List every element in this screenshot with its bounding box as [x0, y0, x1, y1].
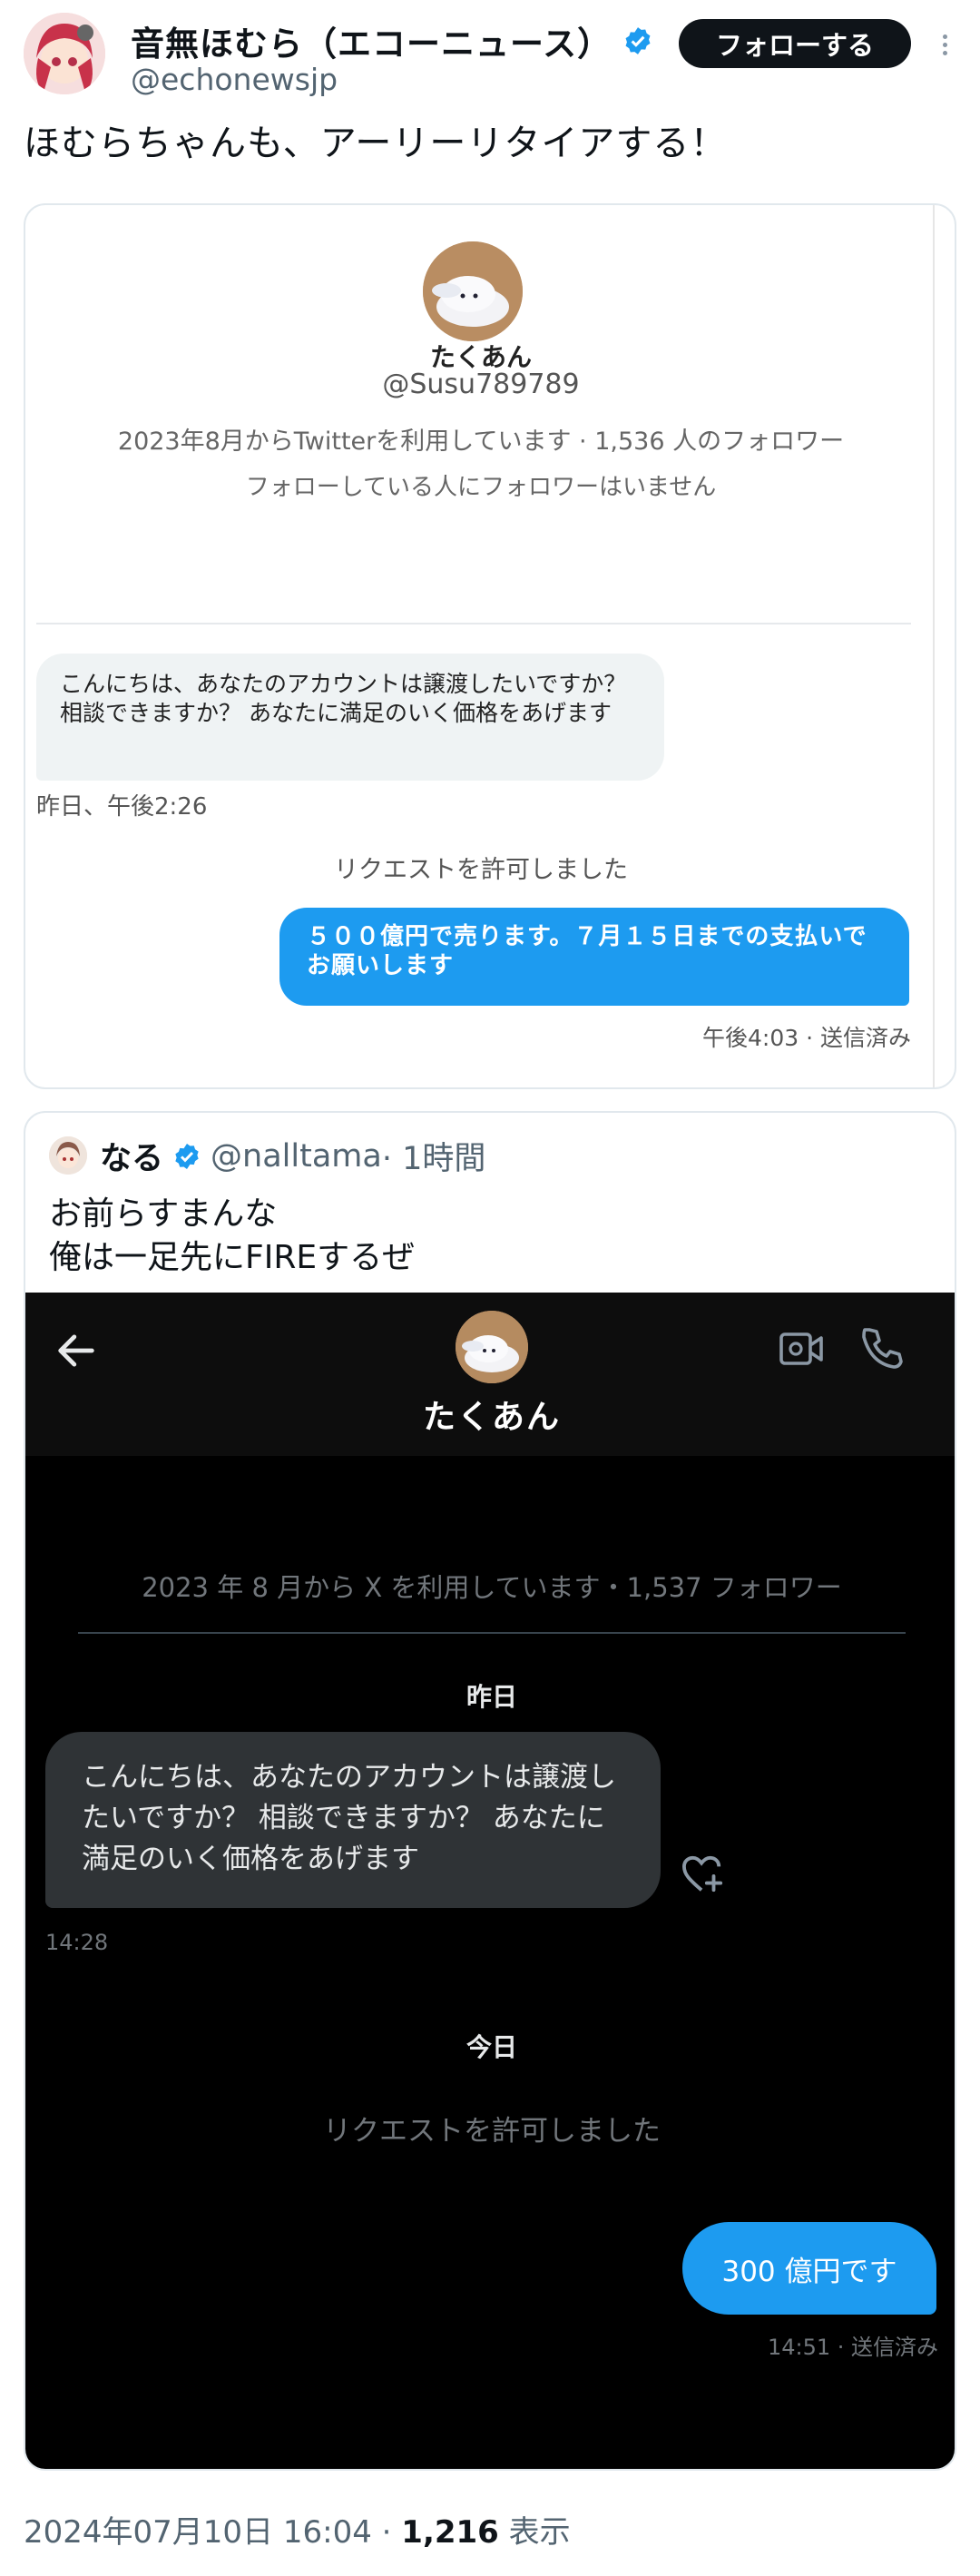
dm-contact-info: 2023年8月からTwitterを利用しています · 1,536 人のフォロワー [117, 428, 845, 456]
author-name[interactable]: 音無ほむら（エコーニュース） [131, 16, 612, 65]
tweet-meta: 2024年07月10日 16:04 · 1,216 表示 [24, 2507, 571, 2551]
dm-contact-avatar [423, 241, 523, 341]
system-message: リクエストを許可しました [323, 2115, 661, 2148]
dm-contact-handle: @Susu789789 [382, 369, 580, 400]
date-separator: 昨日 [466, 1682, 517, 1712]
tweet-text: ほむらちゃんも、アーリーリタイアする！ [24, 123, 728, 164]
attached-image-dm-dark[interactable]: たくあん 2023 年 8 月から X を利用しています・1,537 フォロワー… [25, 1293, 955, 2469]
outgoing-message-time: 14:51 · 送信済み [767, 2335, 938, 2360]
author-avatar[interactable] [24, 13, 105, 94]
quoted-tweet[interactable]: なる @nalltama · 1時間 お前らすまんな 俺は一足先にFIREするぜ [24, 1111, 956, 2471]
follow-button[interactable]: フォローする [679, 19, 911, 68]
back-arrow-icon [58, 1334, 94, 1367]
more-icon[interactable] [936, 31, 954, 67]
incoming-message-bubble: こんにちは、あなたのアカウントは譲渡したいですか？ 相談できますか？ あなたに満… [36, 654, 664, 781]
divider [36, 623, 911, 624]
outgoing-message-bubble: ５００億円で売ります。７月１５日までの支払いでお願いします [279, 908, 909, 1006]
author-handle[interactable]: @echonewsjp [131, 62, 338, 97]
phone-icon [862, 1328, 903, 1369]
quoted-text-line: お前らすまんな [49, 1195, 278, 1233]
date-separator: 今日 [466, 2032, 517, 2062]
tweet-header: 音無ほむら（エコーニュース） @echonewsjp フォローする [24, 13, 958, 97]
quoted-time: · 1時間 [381, 1141, 486, 1177]
incoming-message-bubble: こんにちは、あなたのアカウントは譲渡したいですか？ 相談できますか？ あなたに満… [45, 1732, 661, 1908]
attached-image-dm-light[interactable]: たくあん @Susu789789 2023年8月からTwitterを利用していま… [24, 203, 956, 1089]
dm-contact-followers-note: フォローしている人にフォロワーはいません [245, 474, 717, 501]
quoted-text-line: 俺は一足先にFIREするぜ [49, 1239, 416, 1276]
quoted-author-handle[interactable]: @nalltama [211, 1138, 382, 1175]
heart-plus-icon [681, 1855, 723, 1893]
dm-header: たくあん [25, 1293, 955, 1456]
divider [78, 1632, 906, 1634]
quoted-author-avatar[interactable] [49, 1136, 87, 1175]
dm-contact-avatar [456, 1311, 528, 1383]
video-call-icon [779, 1332, 823, 1365]
outgoing-message-bubble: 300 億円です [682, 2222, 936, 2315]
dm-contact-info: 2023 年 8 月から X を利用しています・1,537 フォロワー [142, 1572, 842, 1603]
quoted-text: お前らすまんな 俺は一足先にFIREするぜ [49, 1193, 415, 1280]
views-count: 1,216 [401, 2514, 499, 2551]
incoming-message-time: 14:28 [45, 1930, 109, 1955]
dm-contact-name: たくあん [422, 1399, 561, 1436]
meta-separator: · [371, 2514, 402, 2551]
quoted-author-name[interactable]: なる [100, 1133, 163, 1179]
system-message: リクエストを許可しました [334, 856, 628, 884]
author-name-row[interactable]: 音無ほむら（エコーニュース） [131, 16, 653, 65]
tweet-date[interactable]: 2024年07月10日 16:04 [24, 2514, 372, 2551]
verified-badge-icon [625, 27, 651, 54]
incoming-message-time: 昨日、午後2:26 [36, 793, 208, 821]
quoted-author-row[interactable]: なる @nalltama · 1時間 [100, 1133, 485, 1179]
verified-badge-icon [175, 1143, 199, 1169]
views-label: 表示 [498, 2514, 571, 2551]
outgoing-message-time: 午後4:03 · 送信済み [702, 1025, 911, 1051]
